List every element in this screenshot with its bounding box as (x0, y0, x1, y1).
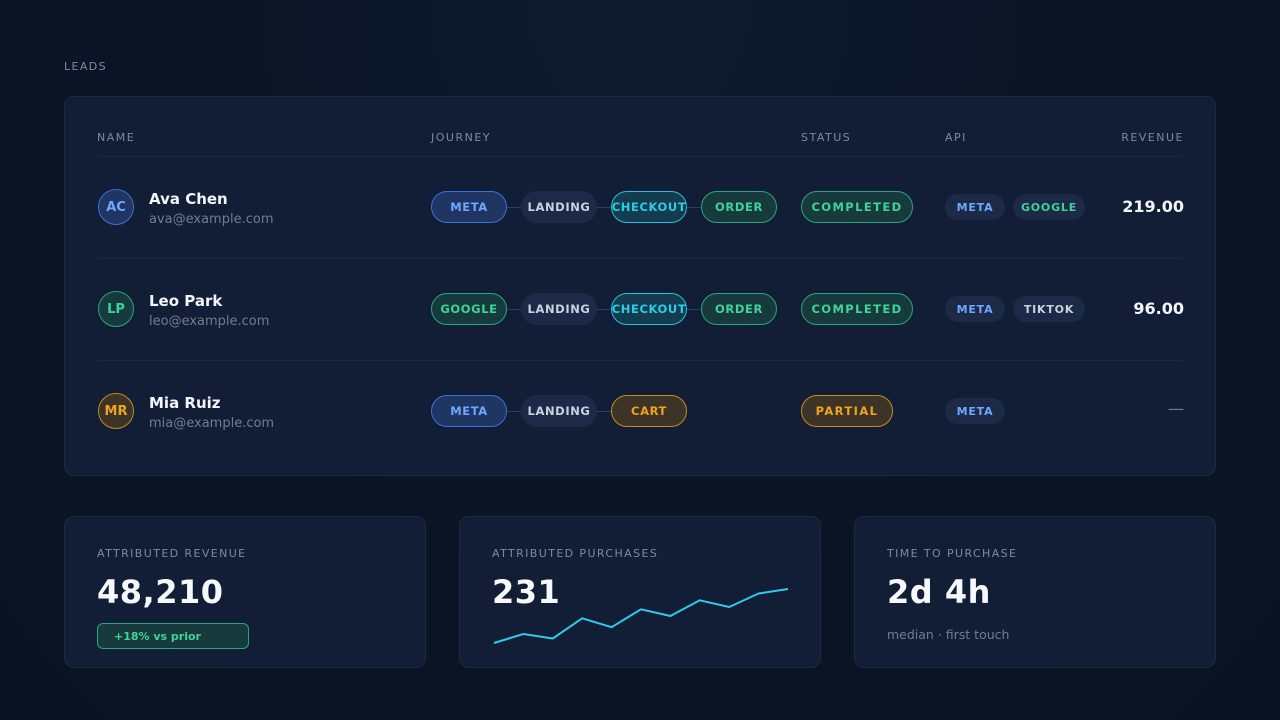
journey-step: CHECKOUT (611, 191, 687, 223)
revenue-value: 96.00 (1133, 299, 1184, 318)
column-header-name[interactable]: NAME (97, 131, 135, 144)
lead-email: ava@example.com (149, 212, 274, 227)
sparkline-chart (493, 588, 789, 644)
card-value: 48,210 (97, 573, 224, 611)
time-to-purchase-card: TIME TO PURCHASE 2d 4h median · first to… (854, 516, 1216, 668)
journey-step: LANDING (521, 293, 597, 325)
revenue-value: 219.00 (1122, 197, 1184, 216)
status-badge: PARTIAL (801, 395, 893, 427)
status-badge: COMPLETED (801, 191, 913, 223)
lead-email: mia@example.com (149, 416, 275, 431)
column-header-status[interactable]: STATUS (801, 131, 851, 144)
card-subtitle: median · first touch (887, 627, 1010, 642)
card-label: TIME TO PURCHASE (887, 547, 1018, 560)
journey-step: ORDER (701, 293, 777, 325)
column-header-revenue[interactable]: REVENUE (1121, 131, 1184, 144)
avatar: AC (98, 189, 134, 225)
section-title: LEADS (64, 60, 108, 73)
leads-table: NAME JOURNEY STATUS API REVENUE AC Ava C… (64, 96, 1216, 476)
journey-step: CHECKOUT (611, 293, 687, 325)
journey-step: CART (611, 395, 687, 427)
journey-step: LANDING (521, 395, 597, 427)
attributed-revenue-card: ATTRIBUTED REVENUE 48,210 +18% vs prior (64, 516, 426, 668)
avatar: LP (98, 291, 134, 327)
attributed-purchases-card: ATTRIBUTED PURCHASES 231 (459, 516, 821, 668)
status-badge: COMPLETED (801, 293, 913, 325)
card-value: 2d 4h (887, 573, 991, 611)
journey-step: ORDER (701, 191, 777, 223)
journey-step: META (431, 395, 507, 427)
table-row[interactable]: LP Leo Park leo@example.com GOOGLE LANDI… (65, 259, 1215, 361)
revenue-value: — (1168, 399, 1184, 418)
avatar: MR (98, 393, 134, 429)
api-badge: META (945, 296, 1005, 322)
journey-step: LANDING (521, 191, 597, 223)
column-header-journey[interactable]: JOURNEY (431, 131, 491, 144)
api-badge: GOOGLE (1013, 194, 1085, 220)
table-row[interactable]: MR Mia Ruiz mia@example.com META LANDING… (65, 361, 1215, 463)
api-badge: META (945, 398, 1005, 424)
sparkline (493, 588, 789, 644)
card-label: ATTRIBUTED PURCHASES (492, 547, 659, 560)
api-badge: META (945, 194, 1005, 220)
column-header-api[interactable]: API (945, 131, 967, 144)
journey-step: GOOGLE (431, 293, 507, 325)
lead-name: Ava Chen (149, 190, 228, 208)
lead-name: Mia Ruiz (149, 394, 221, 412)
delta-badge: +18% vs prior (97, 623, 249, 649)
table-row[interactable]: AC Ava Chen ava@example.com META LANDING… (65, 157, 1215, 259)
lead-email: leo@example.com (149, 314, 270, 329)
lead-name: Leo Park (149, 292, 223, 310)
card-label: ATTRIBUTED REVENUE (97, 547, 247, 560)
journey-step: META (431, 191, 507, 223)
api-badge: TIKTOK (1013, 296, 1085, 322)
